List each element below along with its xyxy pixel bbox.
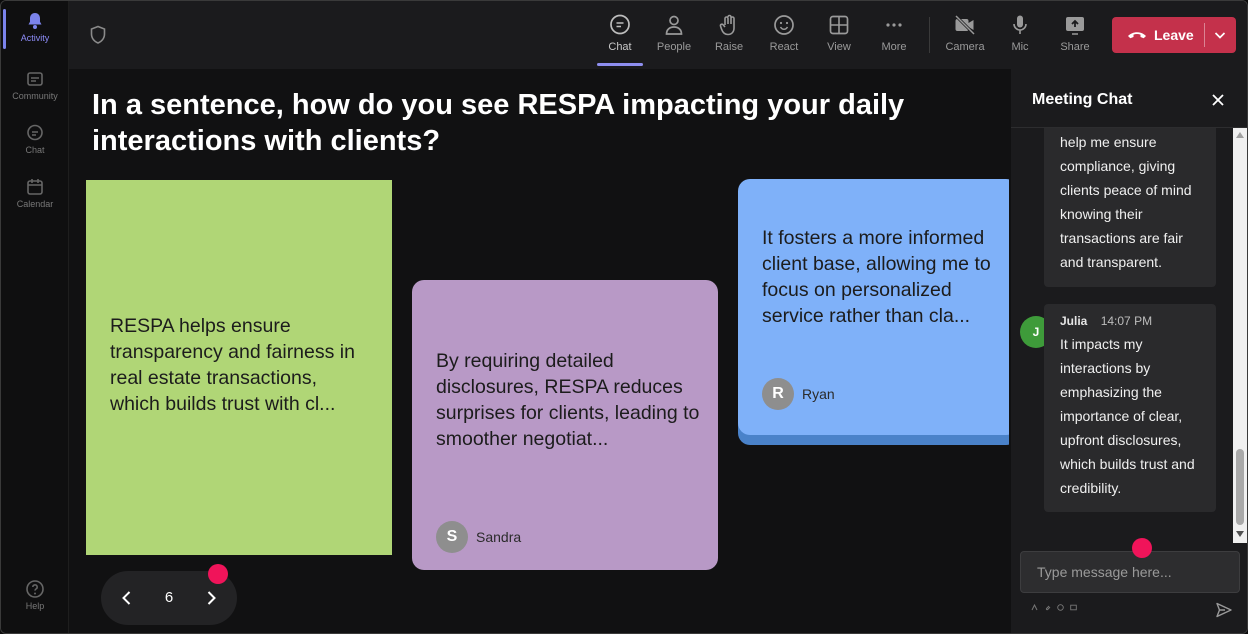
format-toolbar [1031, 604, 1077, 611]
camera-button[interactable]: Camera [938, 13, 992, 53]
mic-button[interactable]: Mic [993, 13, 1047, 53]
message-author: Julia [1060, 314, 1088, 328]
message-meta: Julia 14:07 PM [1060, 312, 1200, 330]
hand-icon [719, 14, 735, 36]
avatar: R [762, 378, 794, 410]
camera-label: Camera [945, 41, 985, 53]
more-label: More [881, 41, 907, 53]
presentation-stage: In a sentence, how do you see RESPA impa… [69, 69, 1009, 633]
help-icon [26, 580, 44, 598]
view-button[interactable]: View [812, 13, 866, 53]
react-label: React [769, 41, 799, 53]
people-button[interactable]: People [647, 13, 701, 53]
people-icon [665, 15, 683, 35]
leave-button[interactable]: Leave [1112, 17, 1236, 53]
meeting-chat-panel: Meeting Chat help me ensure compliance, … [1011, 69, 1247, 633]
card-text: RESPA helps ensure transparency and fair… [110, 315, 355, 415]
format-icon[interactable] [1031, 604, 1038, 611]
more-button[interactable]: More [867, 13, 921, 53]
rail-label: Activity [20, 33, 50, 43]
card-author: R Ryan [762, 378, 835, 410]
author-name: Sandra [476, 529, 522, 545]
attach-icon[interactable] [1044, 604, 1051, 611]
chat-title: Meeting Chat [1032, 91, 1133, 108]
close-icon[interactable] [1209, 91, 1227, 109]
author-name: Ryan [802, 386, 835, 402]
share-screen-icon [1066, 17, 1084, 35]
chevron-right-icon[interactable] [201, 588, 221, 608]
scroll-down-arrow[interactable] [1236, 531, 1244, 537]
send-icon[interactable] [1215, 601, 1233, 619]
community-icon [27, 72, 43, 86]
rail-item-activity[interactable]: Activity [1, 11, 69, 43]
message-text: It impacts my interactions by emphasizin… [1060, 336, 1195, 496]
card-text: It fosters a more informed client base, … [762, 227, 991, 327]
rail-label: Community [12, 91, 58, 101]
rail-label: Chat [25, 145, 45, 155]
scroll-thumb[interactable] [1236, 449, 1244, 525]
hang-up-icon [1128, 32, 1146, 39]
response-card[interactable]: RESPA helps ensure transparency and fair… [86, 180, 392, 555]
chevron-left-icon[interactable] [117, 588, 137, 608]
active-tab-underline [597, 63, 643, 66]
app-rail: Activity Community Chat Calendar Help [1, 1, 69, 633]
message-text: help me ensure compliance, giving client… [1060, 134, 1192, 270]
chat-label: Chat [608, 41, 632, 53]
cursor-marker [208, 564, 228, 584]
chat-bubble-icon [610, 14, 630, 35]
message-time: 14:07 PM [1100, 314, 1153, 328]
rail-item-community[interactable]: Community [1, 69, 69, 101]
camera-off-icon [954, 14, 976, 36]
rail-label: Help [25, 601, 45, 611]
meeting-window: Activity Community Chat Calendar Help Ch… [0, 0, 1248, 634]
people-label: People [656, 41, 692, 53]
leave-separator [1204, 23, 1205, 47]
raise-hand-button[interactable]: Raise [702, 13, 756, 53]
bell-icon [28, 13, 42, 29]
response-card[interactable]: It fosters a more informed client base, … [738, 179, 1009, 435]
emoji-icon[interactable] [1057, 604, 1064, 611]
more-dots-icon [886, 23, 902, 27]
chat-scrollbar[interactable] [1233, 128, 1247, 543]
rail-label: Calendar [16, 199, 54, 209]
chat-button[interactable]: Chat [593, 13, 647, 53]
mic-label: Mic [1011, 41, 1029, 53]
response-card[interactable]: By requiring detailed disclosures, RESPA… [412, 280, 718, 570]
meeting-toolbar: Chat People Raise React View More Camera [69, 1, 1247, 69]
react-button[interactable]: React [757, 13, 811, 53]
shield-icon[interactable] [89, 25, 107, 45]
microphone-icon [1013, 15, 1027, 34]
toolbar-divider [929, 17, 930, 53]
chat-icon [27, 124, 43, 141]
avatar: S [436, 521, 468, 553]
chevron-down-icon[interactable] [1212, 27, 1228, 43]
rail-item-chat[interactable]: Chat [1, 123, 69, 155]
raise-label: Raise [714, 41, 744, 53]
leave-label: Leave [1154, 27, 1194, 43]
chat-message: help me ensure compliance, giving client… [1044, 128, 1216, 287]
page-number: 6 [164, 589, 174, 606]
rail-item-help[interactable]: Help [1, 579, 69, 611]
chat-message: Julia 14:07 PM It impacts my interaction… [1044, 304, 1216, 512]
cursor-marker [1132, 538, 1152, 558]
share-label: Share [1060, 41, 1090, 53]
smiley-icon [774, 15, 794, 35]
grid-view-icon [829, 15, 849, 35]
gif-icon[interactable] [1070, 604, 1077, 611]
calendar-icon [27, 179, 43, 195]
scroll-up-arrow[interactable] [1236, 132, 1244, 138]
poll-question: In a sentence, how do you see RESPA impa… [92, 89, 905, 157]
share-button[interactable]: Share [1048, 13, 1102, 53]
rail-item-calendar[interactable]: Calendar [1, 177, 69, 209]
chat-message-list[interactable]: help me ensure compliance, giving client… [1011, 128, 1233, 543]
chat-message-input[interactable] [1020, 551, 1240, 593]
card-text: By requiring detailed disclosures, RESPA… [436, 350, 700, 450]
view-label: View [827, 41, 851, 53]
card-author: S Sandra [436, 521, 521, 553]
